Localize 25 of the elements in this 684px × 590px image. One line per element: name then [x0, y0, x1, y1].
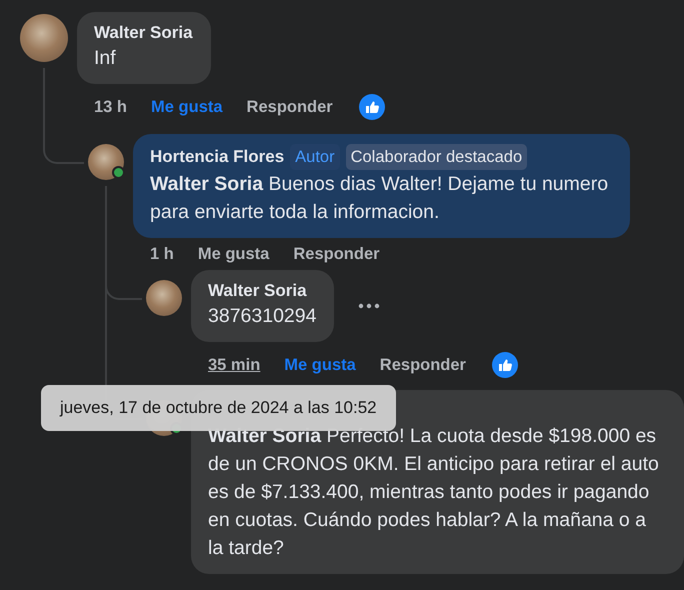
author-name[interactable]: Walter Soria [208, 280, 307, 302]
like-link[interactable]: Me gusta [284, 356, 356, 374]
reply-link[interactable]: Responder [246, 98, 333, 116]
comment-text: 3876310294 [208, 304, 316, 329]
comment-text: Walter Soria Buenos dias Walter! Dejame tu numero para enviarte toda la informacion. [150, 172, 610, 225]
timestamp-link[interactable]: 13 h [94, 98, 128, 116]
avatar[interactable] [20, 14, 68, 62]
thread-connector-line [43, 120, 84, 164]
author-badge: Autor [290, 144, 340, 170]
comment-text: Inf [94, 46, 117, 71]
author-badge: Colaborador destacado [346, 144, 528, 170]
avatar[interactable] [146, 280, 182, 316]
reply-link[interactable]: Responder [380, 356, 466, 374]
reply-link[interactable]: Responder [293, 244, 380, 264]
like-reaction-icon[interactable] [492, 352, 518, 378]
like-reaction-icon[interactable] [358, 94, 385, 120]
like-link[interactable]: Me gusta [151, 98, 223, 116]
more-options-icon[interactable] [358, 303, 380, 309]
timestamp-link[interactable]: 35 min [208, 356, 260, 374]
author-name[interactable]: Walter Soria [94, 22, 193, 44]
date-tooltip: jueves, 17 de octubre de 2024 a las 10:52 [41, 385, 396, 431]
like-link[interactable]: Me gusta [198, 244, 270, 264]
avatar[interactable] [88, 144, 124, 180]
timestamp-link[interactable]: 1 h [150, 244, 174, 264]
author-name[interactable]: Hortencia Flores [150, 146, 284, 168]
